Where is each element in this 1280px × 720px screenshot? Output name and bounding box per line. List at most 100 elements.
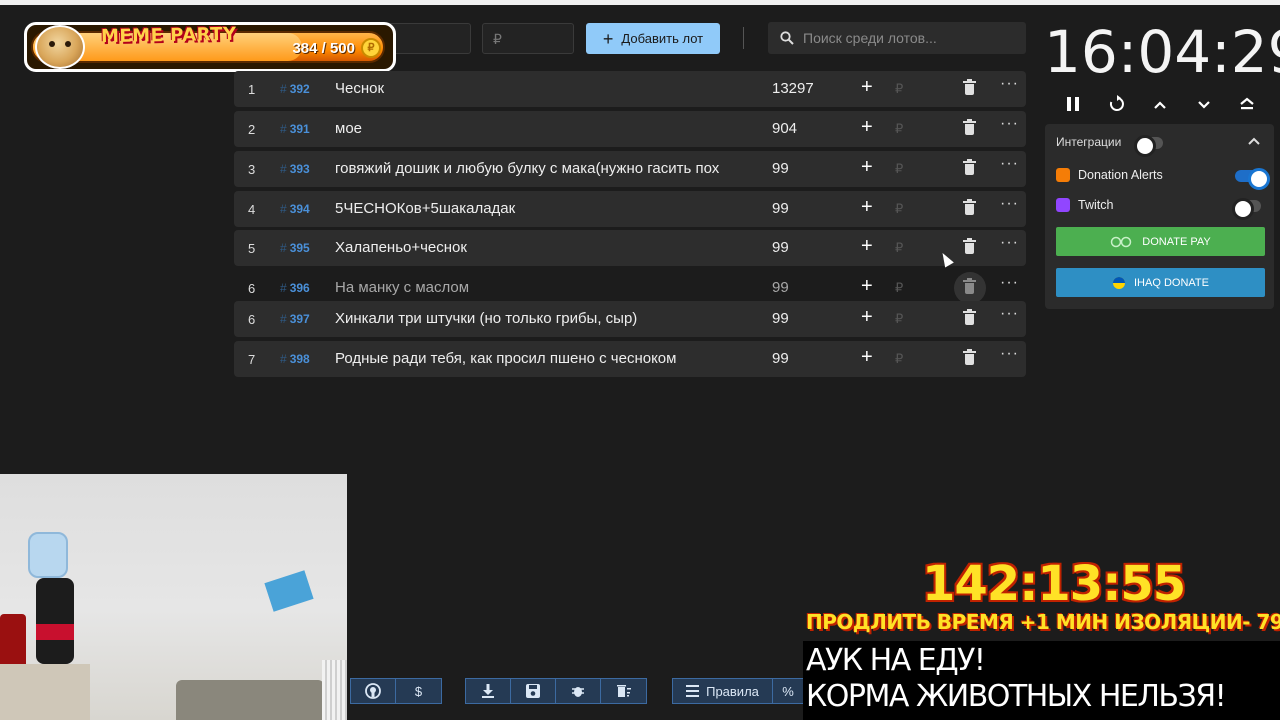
save-button[interactable] xyxy=(511,679,556,703)
hash-icon: # xyxy=(280,281,287,295)
hash-icon: # xyxy=(280,122,287,136)
lot-name[interactable]: Чеснок xyxy=(335,80,755,97)
more-options-icon[interactable]: ··· xyxy=(1000,195,1019,213)
lot-row: 6 #397 Хинкали три штучки (но только гри… xyxy=(234,301,1026,337)
lot-name[interactable]: Родные ради тебя, как просил пшено с чес… xyxy=(335,350,755,367)
delete-icon[interactable] xyxy=(963,159,976,176)
more-options-icon[interactable]: ··· xyxy=(1000,115,1019,133)
lot-amount: 99 xyxy=(772,160,789,177)
ruble-input[interactable]: ₽ xyxy=(895,81,903,97)
github-button[interactable] xyxy=(351,679,396,703)
donation-alerts-toggle[interactable] xyxy=(1235,168,1270,190)
meme-progress-text: 384 / 500 xyxy=(292,40,355,57)
add-amount-button[interactable]: + xyxy=(861,116,873,139)
chevron-up-icon[interactable] xyxy=(1147,92,1173,116)
lot-amount: 99 xyxy=(772,239,789,256)
ruble-input[interactable]: ₽ xyxy=(895,280,903,296)
delete-icon[interactable] xyxy=(963,278,976,295)
bug-icon xyxy=(572,687,584,697)
search-box[interactable] xyxy=(768,22,1026,54)
download-icon xyxy=(482,684,494,698)
delete-sweep-icon xyxy=(616,685,631,697)
lot-index: 6 xyxy=(248,281,256,296)
more-options-icon[interactable]: ··· xyxy=(1000,305,1019,323)
restart-icon[interactable] xyxy=(1104,92,1130,116)
more-options-icon[interactable]: ··· xyxy=(1000,234,1019,252)
add-amount-button[interactable]: + xyxy=(861,196,873,219)
lot-row: 7 #398 Родные ради тебя, как просил пшен… xyxy=(234,341,1026,377)
lot-amount-input[interactable]: ₽ xyxy=(482,23,574,54)
delete-icon[interactable] xyxy=(963,238,976,255)
table xyxy=(0,664,90,720)
integrations-toggle[interactable] xyxy=(1134,135,1163,157)
delete-icon[interactable] xyxy=(963,199,976,216)
rules-label: Правила xyxy=(706,683,759,699)
twitch-toggle[interactable] xyxy=(1232,198,1261,220)
more-options-icon[interactable]: ··· xyxy=(1000,75,1019,93)
add-amount-button[interactable]: + xyxy=(861,76,873,99)
cola-label xyxy=(36,624,74,640)
percent-button[interactable]: % xyxy=(773,679,803,703)
add-amount-button[interactable]: + xyxy=(861,156,873,179)
delete-icon[interactable] xyxy=(963,349,976,366)
twitch-icon xyxy=(1056,198,1070,212)
hash-icon: # xyxy=(280,82,287,96)
toolbar-rules: Правила % xyxy=(672,678,804,704)
lot-name[interactable]: мое xyxy=(335,120,755,137)
lot-id: #397 xyxy=(280,312,310,326)
clear-lots-button[interactable] xyxy=(601,679,646,703)
timer-controls xyxy=(1060,92,1270,116)
hash-icon: # xyxy=(280,352,287,366)
delete-icon[interactable] xyxy=(963,309,976,326)
rules-button[interactable]: Правила xyxy=(673,679,773,703)
donation-alerts-label: Donation Alerts xyxy=(1078,168,1163,182)
add-amount-button[interactable]: + xyxy=(861,275,873,298)
add-amount-button[interactable]: + xyxy=(861,306,873,329)
donatepay-button[interactable]: DONATE PAY xyxy=(1056,227,1265,256)
ruble-input[interactable]: ₽ xyxy=(895,161,903,177)
lot-name[interactable]: говяжий дошик и любую булку с мака(нужно… xyxy=(335,160,755,177)
lot-index: 1 xyxy=(248,82,256,97)
ruble-input[interactable]: ₽ xyxy=(895,351,903,367)
add-amount-button[interactable]: + xyxy=(861,235,873,258)
meme-title: MEME PARTY xyxy=(100,23,237,48)
lot-row: 4 #394 5ЧЕСНОКов+5шакаладак 99 + ₽ ··· xyxy=(234,191,1026,227)
lot-id: #393 xyxy=(280,162,310,176)
bug-report-button[interactable] xyxy=(556,679,601,703)
search-input[interactable] xyxy=(803,30,1003,46)
hash-icon: # xyxy=(280,202,287,216)
lot-name[interactable]: 5ЧЕСНОКов+5шакаладак xyxy=(335,200,755,217)
download-button[interactable] xyxy=(466,679,511,703)
donate-button[interactable]: $ xyxy=(396,679,441,703)
auction-banner-line2: КОРМА ЖИВОТНЫХ НЕЛЬЗЯ! xyxy=(806,679,1227,714)
cola-bottle xyxy=(36,578,74,664)
more-options-icon[interactable]: ··· xyxy=(1000,345,1019,363)
auction-clock: 16:04:29 xyxy=(1044,18,1280,86)
lot-amount: 904 xyxy=(772,120,798,137)
add-lot-button[interactable]: + Добавить лот xyxy=(586,23,720,54)
delete-icon[interactable] xyxy=(963,119,976,136)
lot-amount: 99 xyxy=(772,350,789,367)
webcam-feed xyxy=(0,474,347,720)
delete-icon[interactable] xyxy=(963,79,976,96)
more-options-icon[interactable]: ··· xyxy=(1000,274,1019,292)
more-options-icon[interactable]: ··· xyxy=(1000,155,1019,173)
eject-icon[interactable] xyxy=(1234,92,1260,116)
ruble-input[interactable]: ₽ xyxy=(895,240,903,256)
toolbar-links: $ xyxy=(350,678,442,704)
chevron-down-icon[interactable] xyxy=(1191,92,1217,116)
lot-name[interactable]: Халапеньо+чеснок xyxy=(335,239,755,256)
lot-name[interactable]: Хинкали три штучки (но только грибы, сыр… xyxy=(335,310,755,327)
chevron-up-icon[interactable] xyxy=(1248,132,1260,148)
isolation-timer: 142:13:55 xyxy=(922,556,1186,612)
pause-icon[interactable] xyxy=(1060,92,1086,116)
add-amount-button[interactable]: + xyxy=(861,346,873,369)
ihaq-donate-button[interactable]: IHAQ DONATE xyxy=(1056,268,1265,297)
divider xyxy=(743,27,744,49)
lot-name[interactable]: На манку с маслом xyxy=(335,279,755,296)
ruble-input[interactable]: ₽ xyxy=(895,121,903,137)
lot-row: 5 #395 Халапеньо+чеснок 99 + ₽ ··· xyxy=(234,230,1026,266)
ruble-input[interactable]: ₽ xyxy=(895,311,903,327)
ihaq-icon xyxy=(1113,276,1125,289)
ruble-input[interactable]: ₽ xyxy=(895,201,903,217)
